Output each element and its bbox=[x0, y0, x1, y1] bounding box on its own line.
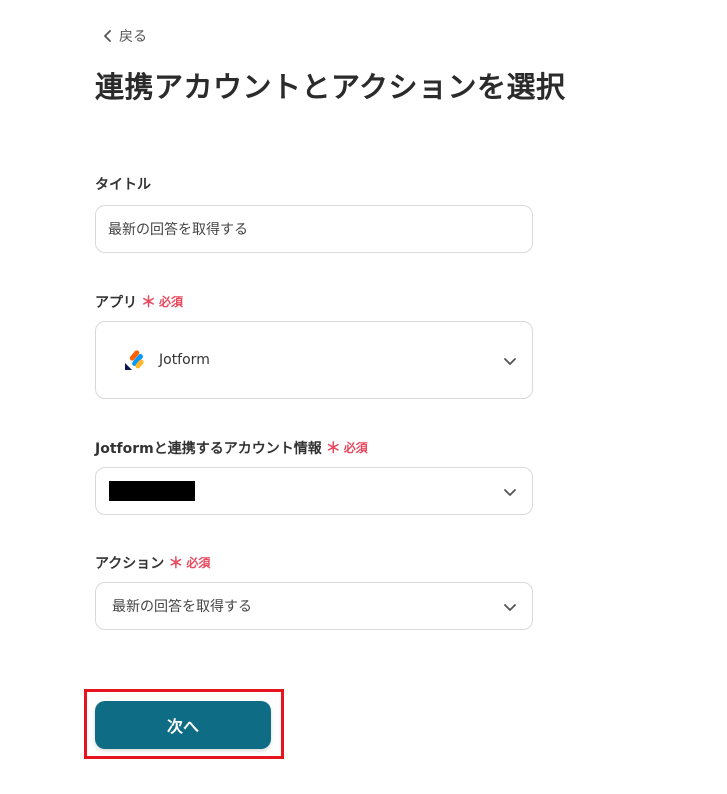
account-label-text: Jotformと連携するアカウント情報 bbox=[95, 440, 322, 457]
chevron-down-icon bbox=[504, 351, 516, 370]
action-label-text: アクション bbox=[95, 555, 165, 572]
title-input-wrapper bbox=[95, 205, 533, 253]
app-name: Jotform bbox=[159, 352, 210, 368]
account-field-label: Jotformと連携するアカウント情報 ＊ 必須 bbox=[95, 437, 368, 458]
required-mark: ＊ bbox=[168, 554, 184, 572]
required-mark: ＊ bbox=[141, 293, 157, 311]
required-text: 必須 bbox=[159, 295, 184, 309]
chevron-down-icon bbox=[504, 597, 516, 616]
next-button[interactable]: 次へ bbox=[95, 701, 271, 749]
app-label-text: アプリ bbox=[95, 294, 137, 311]
title-field-label: タイトル bbox=[95, 174, 151, 194]
redacted-account-value bbox=[109, 481, 195, 501]
back-link[interactable]: 戻る bbox=[103, 26, 147, 46]
account-select[interactable] bbox=[95, 467, 533, 515]
title-input[interactable] bbox=[96, 206, 532, 252]
required-text: 必須 bbox=[186, 556, 211, 570]
required-text: 必須 bbox=[343, 441, 368, 455]
back-label: 戻る bbox=[119, 29, 147, 45]
page-title: 連携アカウントとアクションを選択 bbox=[95, 70, 566, 104]
required-mark: ＊ bbox=[325, 439, 341, 457]
action-select-value: 最新の回答を取得する bbox=[112, 599, 252, 615]
chevron-down-icon bbox=[504, 482, 516, 501]
jotform-logo-icon bbox=[96, 348, 147, 372]
action-field-label: アクション ＊ 必須 bbox=[95, 552, 210, 573]
chevron-left-icon bbox=[103, 30, 113, 42]
app-field-label: アプリ ＊ 必須 bbox=[95, 291, 183, 312]
page: 戻る 連携アカウントとアクションを選択 タイトル アプリ ＊ 必須 Jotfor… bbox=[0, 0, 727, 794]
title-label-text: タイトル bbox=[95, 177, 151, 193]
action-select[interactable]: 最新の回答を取得する bbox=[95, 582, 533, 630]
app-select[interactable]: Jotform bbox=[95, 321, 533, 399]
